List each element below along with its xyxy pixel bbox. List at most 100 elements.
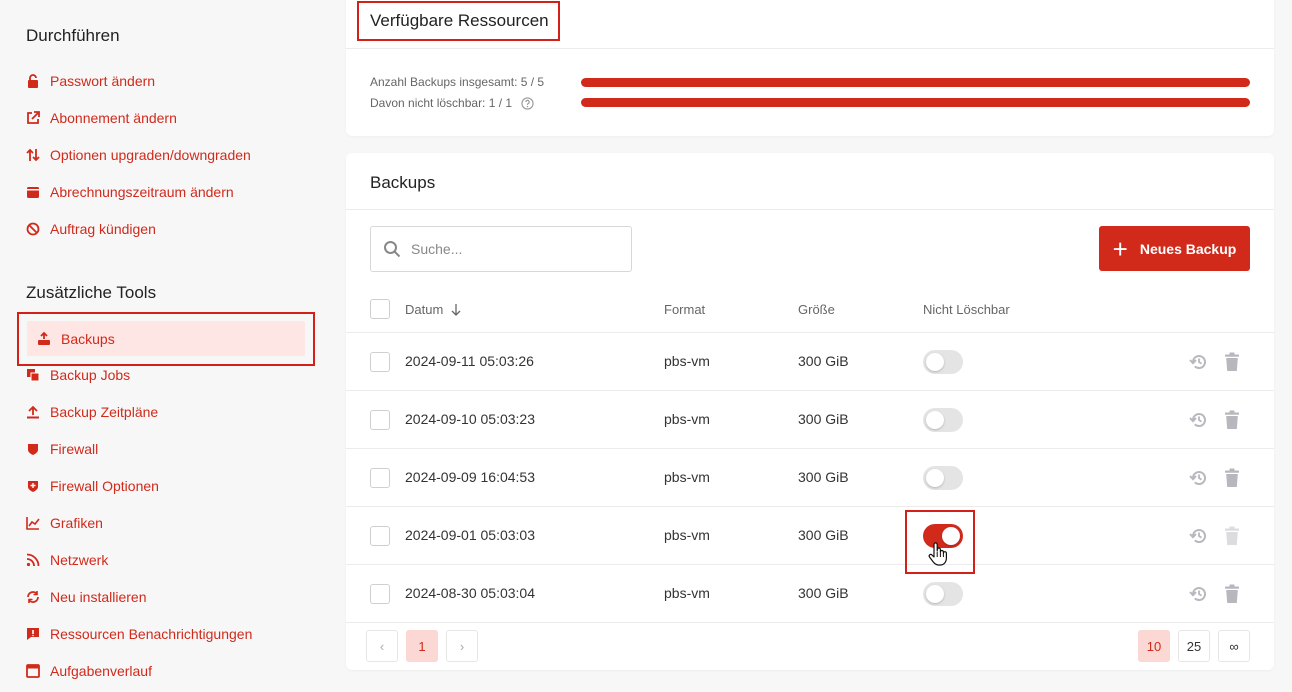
help-icon[interactable] [521,96,534,110]
highlight-box-resources-title [357,1,560,41]
sidebar-item-label: Grafiken [50,515,103,531]
row-format: pbs-vm [664,469,710,485]
row-date: 2024-09-10 05:03:23 [405,411,535,427]
row-checkbox[interactable] [370,526,390,546]
table-row: 2024-09-01 05:03:03 pbs-vm 300 GiB [346,507,1274,565]
column-header-size[interactable]: Größe [798,302,835,317]
restore-icon[interactable] [1189,526,1209,546]
sidebar-item-label: Neu installieren [50,589,147,605]
sidebar-item-label: Passwort ändern [50,73,156,89]
rss-icon [26,553,40,567]
table-row: 2024-09-10 05:03:23 pbs-vm 300 GiB [346,391,1274,449]
toggle-knob [926,411,944,429]
new-backup-label: Neues Backup [1139,240,1237,257]
highlight-box-backups [17,312,315,366]
nondeletable-label: Davon nicht löschbar: 1 / 1 [370,96,513,110]
search-box[interactable] [370,226,632,272]
trash-icon[interactable] [1223,410,1243,430]
sidebar-item-firewall-options[interactable]: Firewall Optionen [26,474,159,498]
trash-icon[interactable] [1223,468,1243,488]
row-size: 300 GiB [798,469,849,485]
restore-icon[interactable] [1189,468,1209,488]
row-date: 2024-09-09 16:04:53 [405,469,535,485]
restore-icon[interactable] [1189,584,1209,604]
sidebar-item-backup-jobs[interactable]: Backup Jobs [26,363,130,387]
row-date: 2024-09-11 05:03:26 [405,353,534,369]
sidebar-item-task-history[interactable]: Aufgabenverlauf [26,659,152,683]
toggle-knob [926,469,944,487]
sidebar-item-billing-period[interactable]: Abrechnungszeitraum ändern [26,180,234,204]
ban-icon [26,222,40,236]
section-title-perform: Durchführen [26,26,120,45]
divider [346,622,1274,623]
backups-card: Backups + Neues Backup Datum Format Größ… [346,153,1274,670]
sidebar-item-graphs[interactable]: Grafiken [26,511,103,535]
nondeletable-row: Davon nicht löschbar: 1 / 1 [370,96,534,110]
sidebar-item-cancel-order[interactable]: Auftrag kündigen [26,217,156,241]
new-backup-button[interactable]: + Neues Backup [1099,226,1250,271]
trash-icon[interactable] [1223,584,1243,604]
sidebar-item-label: Netzwerk [50,552,109,568]
sidebar-item-change-password[interactable]: Passwort ändern [26,69,155,93]
row-format: pbs-vm [664,527,710,543]
row-checkbox[interactable] [370,410,390,430]
select-all-checkbox[interactable] [370,299,390,319]
search-input[interactable] [411,241,611,257]
column-header-date[interactable]: Datum [405,302,461,317]
page-size-10[interactable]: 10 [1138,630,1170,662]
window-icon [26,664,40,678]
column-header-format[interactable]: Format [664,302,705,317]
lock-icon [26,74,40,88]
row-format: pbs-vm [664,411,710,427]
restore-icon[interactable] [1189,352,1209,372]
sidebar-item-change-subscription[interactable]: Abonnement ändern [26,106,177,130]
sidebar-item-resource-notifications[interactable]: Ressourcen Benachrichtigungen [26,622,252,646]
page-size-25[interactable]: 25 [1178,630,1210,662]
trash-icon[interactable] [1223,352,1243,372]
row-checkbox[interactable] [370,468,390,488]
chart-line-icon [26,516,40,530]
row-size: 300 GiB [798,353,849,369]
row-date: 2024-08-30 05:03:04 [405,585,535,601]
next-page-button[interactable]: › [446,630,478,662]
section-title-tools: Zusätzliche Tools [26,283,157,302]
sidebar-item-backup-schedules[interactable]: Backup Zeitpläne [26,400,158,424]
table-row: 2024-09-09 16:04:53 pbs-vm 300 GiB [346,449,1274,507]
restore-icon[interactable] [1189,410,1209,430]
page-button-current[interactable]: 1 [406,630,438,662]
prev-page-button[interactable]: ‹ [366,630,398,662]
sidebar: Durchführen Passwort ändern Abonnement ä… [0,0,330,692]
not-deletable-toggle[interactable] [923,466,963,490]
column-header-not-deletable[interactable]: Nicht Löschbar [923,302,1010,317]
sidebar-item-label: Firewall Optionen [50,478,159,494]
row-size: 300 GiB [798,527,849,543]
shield-icon [26,442,40,456]
column-label: Datum [405,302,444,317]
page-size-all[interactable]: ∞ [1218,630,1250,662]
plus-icon: + [1112,233,1128,264]
not-deletable-toggle[interactable] [923,350,963,374]
divider [346,48,1274,49]
row-checkbox[interactable] [370,352,390,372]
nondeletable-progress-bar [581,98,1250,107]
shield-plus-icon [26,479,40,493]
not-deletable-toggle[interactable] [923,408,963,432]
not-deletable-toggle[interactable] [923,582,963,606]
sidebar-item-firewall[interactable]: Firewall [26,437,98,461]
sidebar-item-reinstall[interactable]: Neu installieren [26,585,147,609]
sort-arrows-icon [26,148,40,162]
total-backups-label: Anzahl Backups insgesamt: 5 / 5 [370,75,545,89]
row-size: 300 GiB [798,585,849,601]
search-icon [383,240,401,258]
hand-cursor-icon [927,541,949,567]
trash-icon[interactable] [1223,526,1243,546]
sidebar-item-label: Backup Zeitpläne [50,404,159,420]
row-checkbox[interactable] [370,584,390,604]
sidebar-item-network[interactable]: Netzwerk [26,548,108,572]
sidebar-item-label: Abrechnungszeitraum ändern [50,184,234,200]
sidebar-item-label: Abonnement ändern [50,110,177,126]
sidebar-item-upgrade-options[interactable]: Optionen upgraden/downgraden [26,143,251,167]
copy-icon [26,368,40,382]
sidebar-item-label: Auftrag kündigen [50,221,156,237]
sort-down-icon [451,303,461,316]
